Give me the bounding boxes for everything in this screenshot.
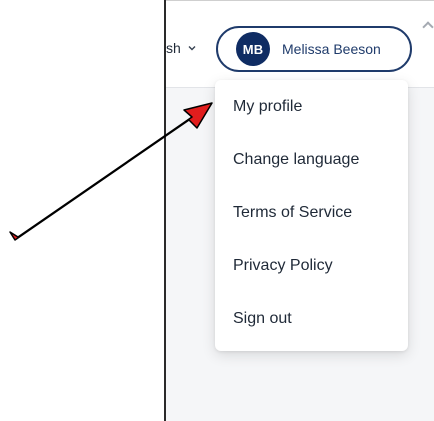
user-name: Melissa Beeson (282, 41, 381, 57)
screenshot-canvas: sh MB Melissa Beeson My profile Change l… (0, 0, 434, 421)
language-select[interactable]: sh (166, 40, 197, 56)
menu-item-terms-of-service[interactable]: Terms of Service (215, 196, 408, 249)
language-select-label: sh (166, 40, 181, 56)
menu-item-my-profile[interactable]: My profile (215, 90, 408, 143)
menu-item-sign-out[interactable]: Sign out (215, 302, 408, 355)
chevron-down-icon (188, 46, 196, 51)
user-menu-button[interactable]: MB Melissa Beeson (216, 26, 412, 72)
menu-item-privacy-policy[interactable]: Privacy Policy (215, 249, 408, 302)
avatar: MB (236, 32, 270, 66)
menu-item-change-language[interactable]: Change language (215, 143, 408, 196)
chevron-up-icon (422, 21, 434, 33)
user-dropdown-menu: My profile Change language Terms of Serv… (215, 80, 408, 351)
app-header: sh MB Melissa Beeson (166, 0, 434, 88)
